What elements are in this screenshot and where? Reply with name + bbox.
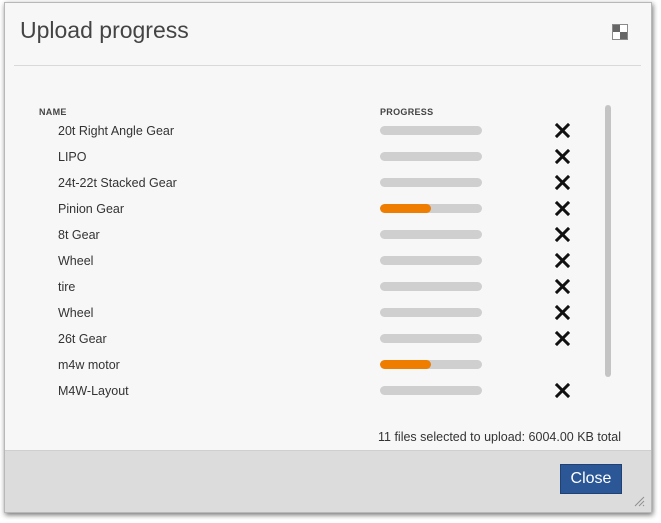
- column-header-name: NAME: [39, 107, 67, 117]
- upload-summary: 11 files selected to upload: 6004.00 KB …: [378, 430, 621, 444]
- progress-fill: [380, 360, 431, 369]
- header-divider: [14, 65, 641, 66]
- upload-progress-dialog: Upload progress NAME PROGRESS 20t Right …: [4, 2, 652, 513]
- file-row: tire: [5, 274, 605, 300]
- file-name: 20t Right Angle Gear: [58, 124, 175, 138]
- file-row: Wheel: [5, 300, 605, 326]
- close-button[interactable]: Close: [560, 464, 622, 494]
- file-name: Wheel: [58, 306, 94, 320]
- file-name: tire: [58, 280, 76, 294]
- remove-file-icon[interactable]: [555, 331, 570, 346]
- remove-file-icon[interactable]: [555, 305, 570, 320]
- file-row: Pinion Gear: [5, 196, 605, 222]
- progress-bar: [380, 178, 482, 187]
- remove-file-icon[interactable]: [555, 253, 570, 268]
- progress-fill: [380, 204, 431, 213]
- remove-file-icon[interactable]: [555, 175, 570, 190]
- progress-bar: [380, 282, 482, 291]
- progress-bar: [380, 334, 482, 343]
- file-name: 8t Gear: [58, 228, 100, 242]
- remove-file-icon[interactable]: [555, 123, 570, 138]
- remove-file-icon[interactable]: [555, 227, 570, 242]
- file-row: 26t Gear: [5, 326, 605, 352]
- file-name: M4W-Layout: [58, 384, 129, 398]
- progress-bar: [380, 126, 482, 135]
- maximize-icon[interactable]: [612, 24, 628, 40]
- progress-bar: [380, 308, 482, 317]
- progress-bar: [380, 256, 482, 265]
- file-row: 8t Gear: [5, 222, 605, 248]
- remove-file-icon[interactable]: [555, 279, 570, 294]
- file-row: LIPO: [5, 144, 605, 170]
- file-name: Wheel: [58, 254, 94, 268]
- remove-file-icon[interactable]: [555, 383, 570, 398]
- resize-grip-icon[interactable]: [633, 495, 645, 507]
- file-name: m4w motor: [58, 358, 120, 372]
- file-row: 24t-22t Stacked Gear: [5, 170, 605, 196]
- scrollbar[interactable]: [605, 105, 611, 409]
- dialog-footer: Close: [5, 450, 651, 512]
- progress-bar: [380, 230, 482, 239]
- progress-bar: [380, 152, 482, 161]
- remove-file-icon[interactable]: [555, 149, 570, 164]
- file-name: 24t-22t Stacked Gear: [58, 176, 177, 190]
- progress-bar: [380, 204, 482, 213]
- progress-bar: [380, 386, 482, 395]
- file-row: Wheel: [5, 248, 605, 274]
- file-row: m4w motor: [5, 352, 605, 378]
- scrollbar-thumb[interactable]: [605, 105, 611, 377]
- progress-bar: [380, 360, 482, 369]
- file-name: LIPO: [58, 150, 87, 164]
- column-header-progress: PROGRESS: [380, 107, 434, 117]
- remove-file-icon[interactable]: [555, 201, 570, 216]
- file-row: M4W-Layout: [5, 378, 605, 404]
- file-name: 26t Gear: [58, 332, 107, 346]
- file-name: Pinion Gear: [58, 202, 125, 216]
- dialog-title: Upload progress: [20, 17, 189, 43]
- file-row: 20t Right Angle Gear: [5, 118, 605, 144]
